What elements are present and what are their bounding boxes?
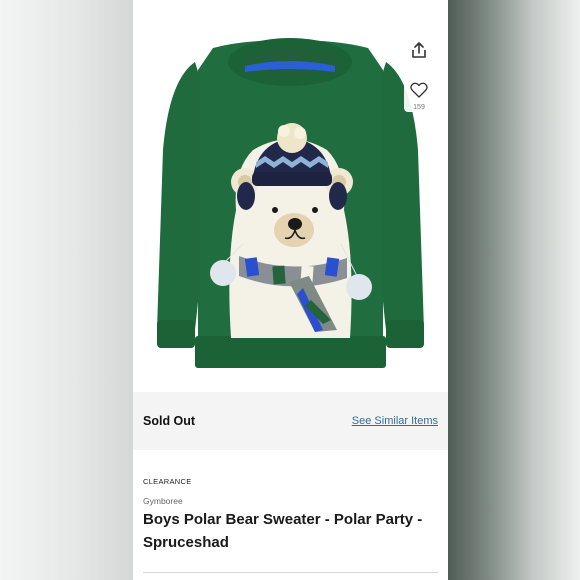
sweater-illustration: [157, 38, 424, 368]
see-similar-items-link[interactable]: See Similar Items: [352, 415, 438, 427]
availability-bar: Sold Out See Similar Items: [133, 392, 448, 450]
share-icon: [409, 40, 429, 65]
like-count: 159: [413, 103, 425, 111]
like-button[interactable]: 159: [404, 80, 434, 112]
background-blur-left: [0, 0, 133, 580]
share-button[interactable]: [407, 40, 431, 64]
heart-icon: [410, 82, 428, 103]
brand-name[interactable]: Gymboree: [143, 496, 183, 506]
listing-screen: 159 Sold Out See Similar Items CLEARANCE…: [133, 0, 448, 580]
sold-out-status: Sold Out: [143, 414, 196, 428]
product-image[interactable]: 159: [133, 0, 448, 392]
section-divider: [143, 572, 438, 573]
background-blur-right: [448, 0, 580, 580]
clearance-badge: CLEARANCE: [143, 477, 192, 486]
product-title: Boys Polar Bear Sweater - Polar Party - …: [143, 511, 423, 551]
